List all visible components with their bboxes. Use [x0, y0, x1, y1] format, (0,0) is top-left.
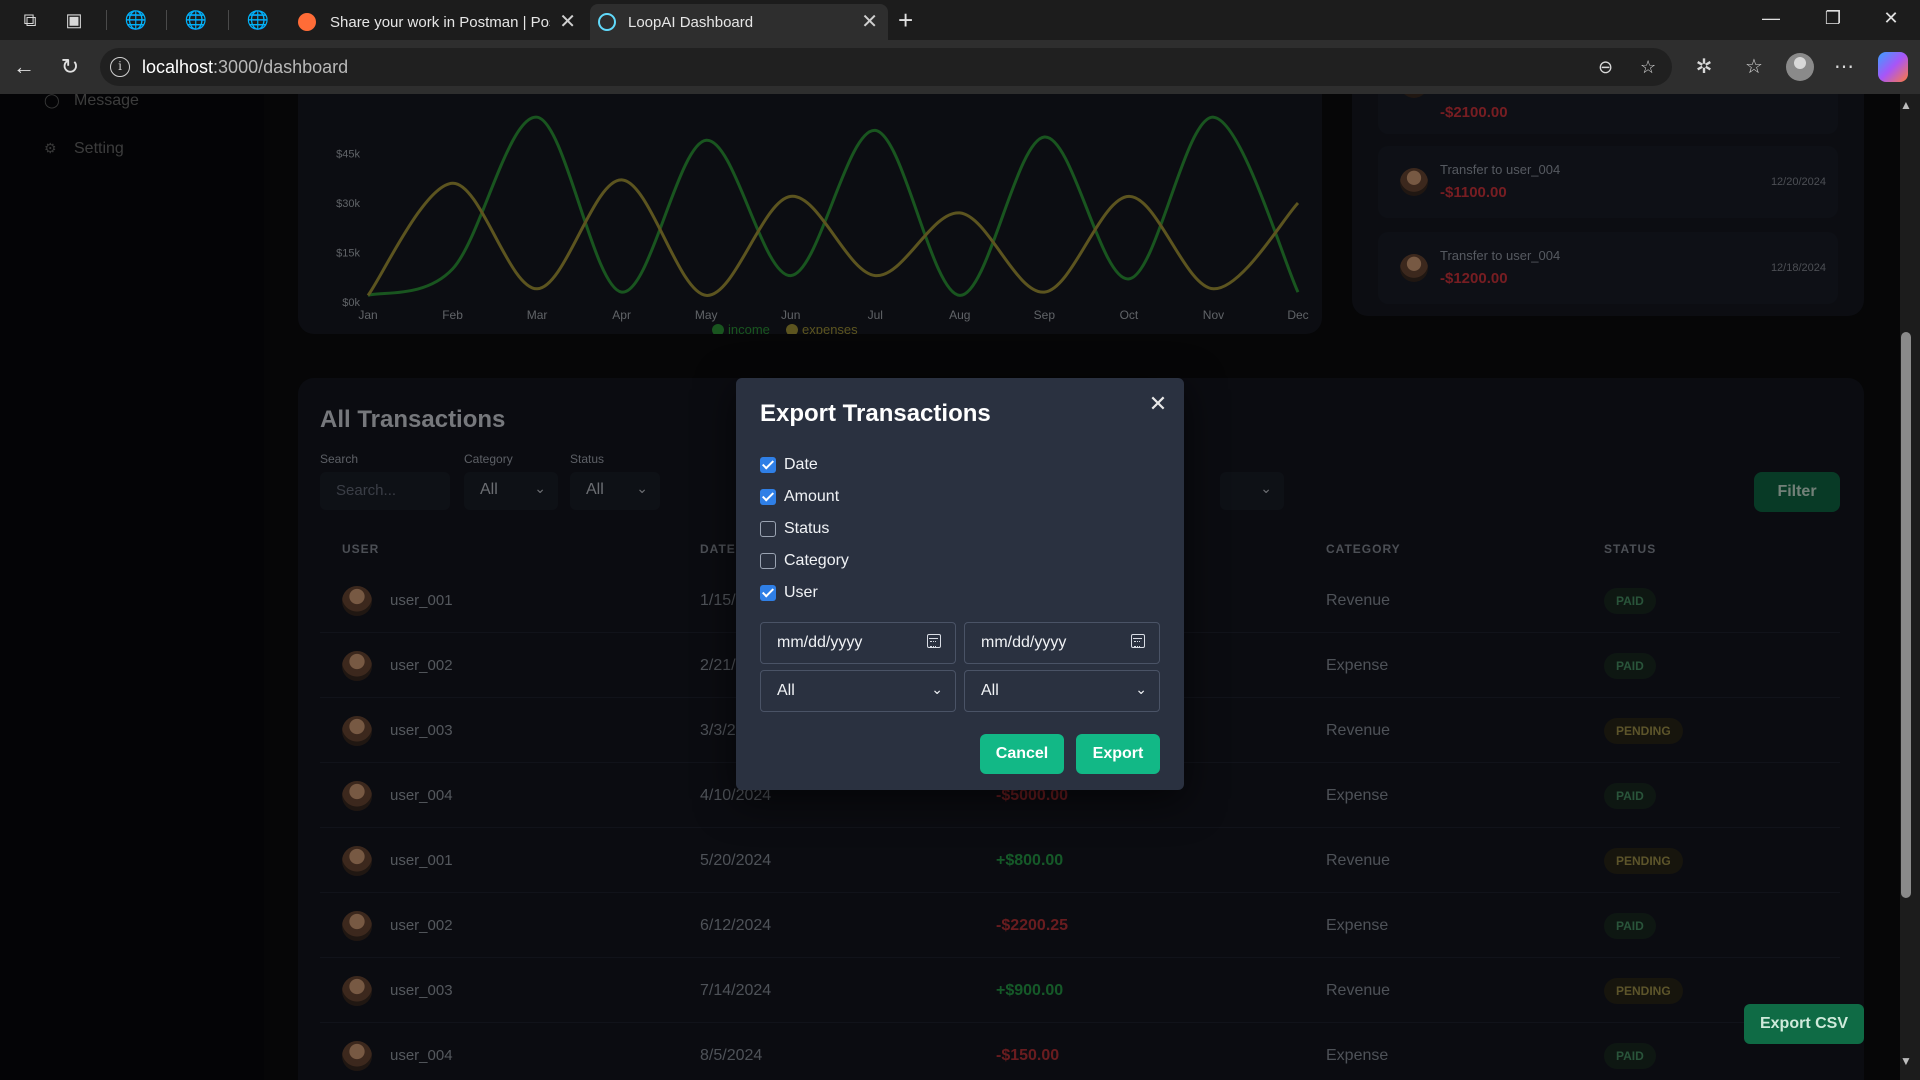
- scroll-up-icon[interactable]: ▲: [1898, 98, 1914, 112]
- checkbox-label: Amount: [784, 488, 840, 505]
- scrollbar-thumb[interactable]: [1901, 332, 1911, 898]
- select-value: All: [777, 682, 795, 699]
- react-favicon-icon: [598, 13, 616, 31]
- export-transactions-modal: Export Transactions ✕ Date Amount Status…: [736, 378, 1184, 790]
- export-button[interactable]: Export: [1076, 734, 1160, 774]
- favorite-star-icon[interactable]: ☆: [1640, 57, 1656, 78]
- browser-tab-bar: ⧉ ▣ 🌐 🌐 🌐 Share your work in Postman | P…: [0, 0, 1920, 40]
- pinned-tab-globe-icon[interactable]: 🌐: [184, 8, 208, 32]
- copilot-icon[interactable]: [1878, 52, 1908, 82]
- category-select[interactable]: All ⌄: [760, 670, 956, 712]
- reload-icon[interactable]: ↻: [56, 54, 84, 80]
- select-value: All: [981, 682, 999, 699]
- browser-toolbar: ← ↻ i localhost:3000/dashboard ⊖ ☆ ✲ ☆ ⋯: [0, 40, 1920, 94]
- modal-title: Export Transactions: [760, 400, 991, 427]
- favorites-icon[interactable]: ☆: [1740, 54, 1768, 80]
- checkbox[interactable]: [760, 553, 776, 569]
- close-icon[interactable]: ✕: [1146, 392, 1170, 416]
- checkbox-label: User: [784, 584, 818, 601]
- pinned-tab-globe-icon[interactable]: 🌐: [124, 8, 148, 32]
- tab-separator: [166, 10, 167, 30]
- zoom-out-icon[interactable]: ⊖: [1598, 57, 1613, 78]
- tab-title: Share your work in Postman | Post: [330, 14, 550, 31]
- profile-avatar-icon[interactable]: [1786, 53, 1814, 81]
- minimize-icon[interactable]: —: [1756, 8, 1786, 29]
- status-select[interactable]: All ⌄: [964, 670, 1160, 712]
- close-tab-icon[interactable]: ✕: [861, 10, 878, 34]
- restore-icon[interactable]: ❐: [1818, 8, 1848, 29]
- checkbox[interactable]: [760, 489, 776, 505]
- extensions-icon[interactable]: ✲: [1690, 54, 1718, 80]
- start-date-input[interactable]: mm/dd/yyyy: [760, 622, 956, 664]
- tab-separator: [228, 10, 229, 30]
- tab-actions-icon[interactable]: ▣: [62, 8, 86, 32]
- checkbox[interactable]: [760, 457, 776, 473]
- date-placeholder: mm/dd/yyyy: [777, 634, 863, 651]
- back-icon[interactable]: ←: [10, 54, 38, 80]
- chevron-down-icon: ⌄: [1135, 681, 1147, 697]
- calendar-icon[interactable]: [1131, 634, 1145, 648]
- scroll-down-icon[interactable]: ▼: [1898, 1054, 1914, 1068]
- workspaces-icon[interactable]: ⧉: [18, 8, 42, 32]
- export-csv-button[interactable]: Export CSV: [1744, 1004, 1864, 1044]
- new-tab-icon[interactable]: +: [898, 6, 913, 34]
- date-placeholder: mm/dd/yyyy: [981, 634, 1067, 651]
- pinned-tab-globe-icon[interactable]: 🌐: [246, 8, 270, 32]
- checkbox-label: Date: [784, 456, 818, 473]
- tab-title: LoopAI Dashboard: [628, 14, 754, 31]
- calendar-icon[interactable]: [927, 634, 941, 648]
- tab-postman[interactable]: Share your work in Postman | Post ✕: [290, 4, 586, 40]
- postman-favicon-icon: [298, 13, 316, 31]
- more-menu-icon[interactable]: ⋯: [1830, 54, 1858, 80]
- tab-loopai-dashboard[interactable]: LoopAI Dashboard ✕: [590, 4, 888, 40]
- close-tab-icon[interactable]: ✕: [559, 10, 576, 34]
- checkbox-label: Status: [784, 520, 830, 537]
- cancel-button[interactable]: Cancel: [980, 734, 1064, 774]
- url-text: localhost:3000/dashboard: [142, 57, 348, 78]
- tab-separator: [106, 10, 107, 30]
- chevron-down-icon: ⌄: [931, 681, 943, 697]
- address-bar[interactable]: i localhost:3000/dashboard ⊖ ☆: [100, 48, 1672, 86]
- close-window-icon[interactable]: ✕: [1876, 8, 1906, 29]
- checkbox[interactable]: [760, 585, 776, 601]
- checkbox[interactable]: [760, 521, 776, 537]
- url-host: localhost: [142, 57, 214, 77]
- url-path: :3000/dashboard: [213, 57, 349, 77]
- checkbox-label: Category: [784, 552, 849, 569]
- site-info-icon[interactable]: i: [110, 57, 130, 77]
- end-date-input[interactable]: mm/dd/yyyy: [964, 622, 1160, 664]
